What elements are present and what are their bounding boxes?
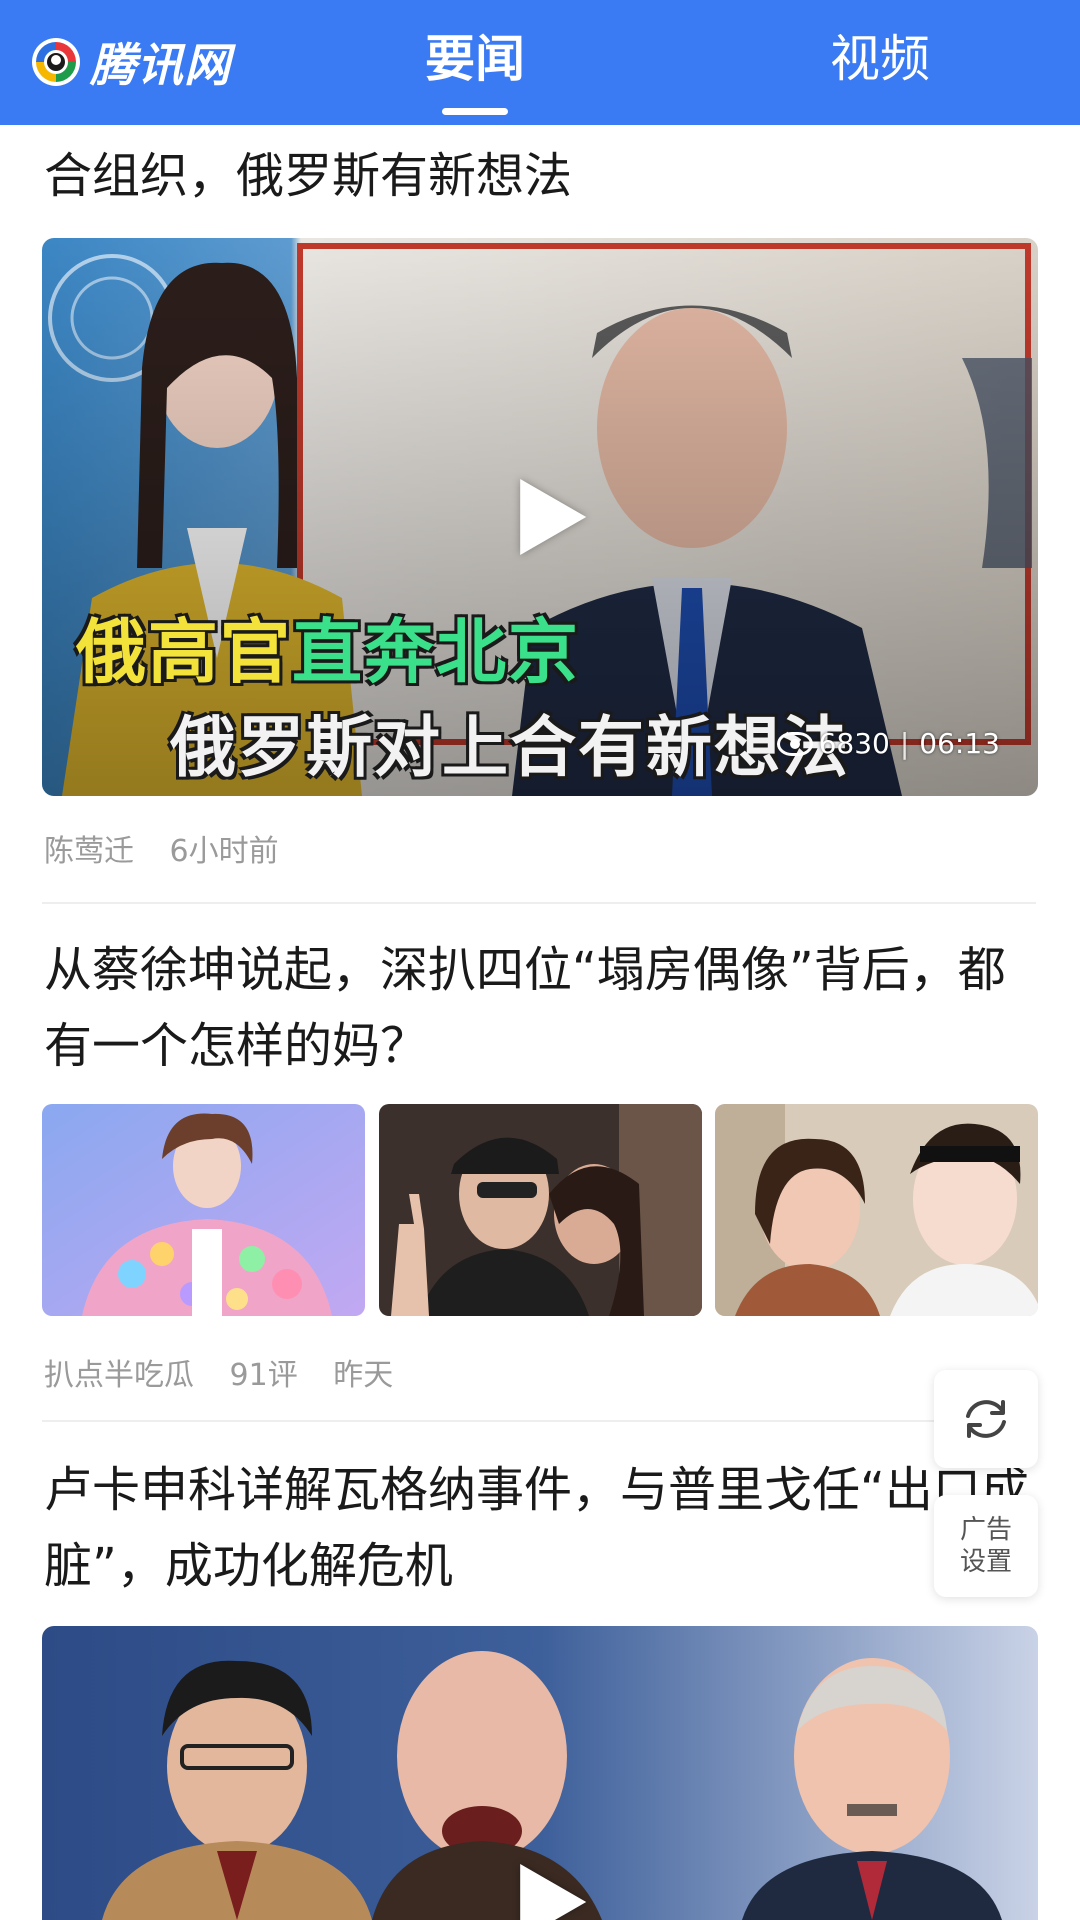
play-icon[interactable] xyxy=(520,1864,587,1920)
article-time: 昨天 xyxy=(333,1358,394,1393)
couple-selfie xyxy=(379,1104,702,1316)
article-meta: 陈莺迁 6小时前 xyxy=(44,826,305,870)
article-author[interactable]: 陈莺迁 xyxy=(44,834,134,869)
colorful-coat-portrait xyxy=(42,1104,365,1316)
active-tab-indicator xyxy=(442,108,508,115)
article-image[interactable] xyxy=(42,1104,365,1316)
article-meta: 扒点半吃瓜 91评 昨天 xyxy=(44,1350,419,1394)
overlay-headline-line2: 俄罗斯对上合有新想法 xyxy=(170,709,850,786)
tab-news[interactable]: 要闻 xyxy=(400,24,550,104)
article-image[interactable] xyxy=(715,1104,1038,1316)
ad-settings-label-line1: 广告 xyxy=(959,1515,1012,1545)
tab-video[interactable]: 视频 xyxy=(800,24,960,104)
refresh-icon xyxy=(966,1400,1006,1438)
overlay-highlight-green: 直奔北京 xyxy=(292,611,580,693)
video-duration: 06:13 xyxy=(919,727,1000,760)
top-bar: 腾讯网 要闻 视频 xyxy=(0,0,1080,125)
tencent-logo-icon xyxy=(32,38,80,86)
article-title[interactable]: 卢卡申科详解瓦格纳事件，与普里戈任“出口成脏”，成功化解危机 xyxy=(44,1452,1034,1604)
article-time: 6小时前 xyxy=(169,834,279,869)
view-count: 6830 xyxy=(818,727,890,760)
mother-son-selfie xyxy=(715,1104,1038,1316)
refresh-button[interactable] xyxy=(934,1370,1038,1468)
comment-count[interactable]: 91评 xyxy=(230,1358,298,1393)
video-thumbnail[interactable]: 俄高官直奔北京 俄罗斯对上合有新想法 6830 | 06:13 xyxy=(42,238,1038,796)
divider xyxy=(42,1420,1036,1422)
video-thumbnail[interactable] xyxy=(42,1626,1038,1920)
views-icon xyxy=(776,731,813,756)
tab-video-label: 视频 xyxy=(830,30,930,88)
ad-settings-label-line2: 设置 xyxy=(959,1547,1012,1577)
play-icon[interactable] xyxy=(520,479,587,555)
article-title[interactable]: 合组织，俄罗斯有新想法 xyxy=(44,138,1034,214)
overlay-headline-line1: 俄高官直奔北京 xyxy=(76,596,580,697)
overlay-highlight-yellow: 俄高官 xyxy=(76,611,292,693)
article-image[interactable] xyxy=(379,1104,702,1316)
divider xyxy=(42,902,1036,904)
article-title[interactable]: 从蔡徐坤说起，深扒四位“塌房偶像”背后，都有一个怎样的妈？ xyxy=(44,932,1034,1084)
brand-logo[interactable]: 腾讯网 xyxy=(30,30,231,94)
separator: | xyxy=(899,727,910,760)
video-info: 6830 | 06:13 xyxy=(776,727,1000,760)
article-author[interactable]: 扒点半吃瓜 xyxy=(44,1358,194,1393)
tab-news-label: 要闻 xyxy=(425,30,525,88)
brand-name: 腾讯网 xyxy=(90,38,231,92)
ad-settings-button[interactable]: 广告 设置 xyxy=(934,1495,1038,1597)
